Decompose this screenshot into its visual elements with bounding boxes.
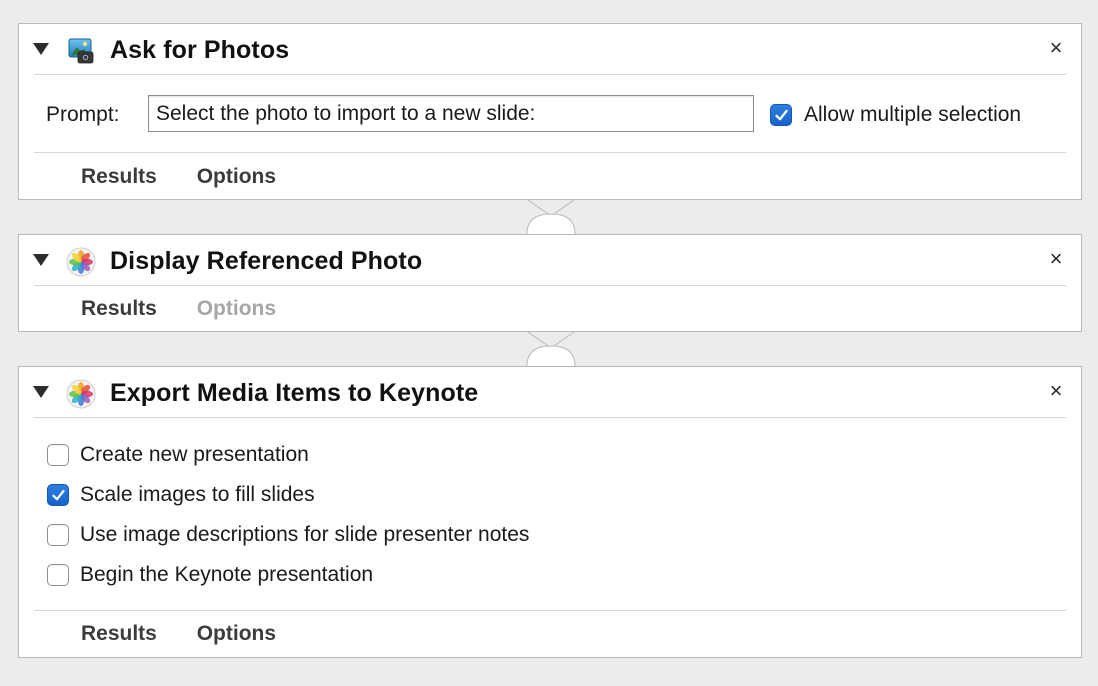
close-icon[interactable]: × xyxy=(1045,248,1067,270)
action-footer-tabs: Results Options xyxy=(81,297,310,321)
results-tab[interactable]: Results xyxy=(81,297,157,321)
create-new-presentation-checkbox[interactable] xyxy=(47,444,69,466)
disclosure-triangle-icon[interactable] xyxy=(33,43,49,55)
scale-images-label: Scale images to fill slides xyxy=(80,483,315,506)
results-tab[interactable]: Results xyxy=(81,622,157,646)
action-header: Display Referenced Photo × xyxy=(19,235,1081,285)
disclosure-triangle-icon[interactable] xyxy=(33,254,49,266)
use-image-descriptions-checkbox[interactable] xyxy=(47,524,69,546)
action-title: Display Referenced Photo xyxy=(110,247,423,275)
allow-multiple-checkbox[interactable] xyxy=(770,104,792,126)
workflow-canvas: Ask for Photos × Prompt: Allow multiple … xyxy=(0,0,1098,686)
divider xyxy=(34,610,1066,611)
prompt-input[interactable] xyxy=(148,95,754,132)
photos-icon xyxy=(66,379,96,409)
checkmark-icon xyxy=(775,109,788,121)
close-icon[interactable]: × xyxy=(1045,380,1067,402)
action-export-media-items-to-keynote[interactable]: Export Media Items to Keynote × Create n… xyxy=(18,366,1082,658)
action-footer-tabs: Results Options xyxy=(81,165,310,189)
divider xyxy=(34,74,1066,75)
options-tab: Options xyxy=(196,297,277,320)
begin-presentation-label: Begin the Keynote presentation xyxy=(80,563,374,586)
action-title: Ask for Photos xyxy=(110,36,290,64)
use-image-descriptions-label: Use image descriptions for slide present… xyxy=(80,523,530,546)
scale-images-checkbox[interactable] xyxy=(47,484,69,506)
connector-icon xyxy=(524,331,578,370)
action-header: Export Media Items to Keynote × xyxy=(19,367,1081,417)
action-footer-tabs: Results Options xyxy=(81,622,310,646)
close-icon[interactable]: × xyxy=(1045,37,1067,59)
begin-presentation-checkbox[interactable] xyxy=(47,564,69,586)
action-header: Ask for Photos × xyxy=(19,24,1081,74)
iphoto-icon xyxy=(66,36,96,66)
options-tab[interactable]: Options xyxy=(197,622,276,646)
divider xyxy=(34,285,1066,286)
disclosure-triangle-icon[interactable] xyxy=(33,386,49,398)
photos-icon xyxy=(66,247,96,277)
prompt-label: Prompt: xyxy=(46,103,120,126)
action-ask-for-photos[interactable]: Ask for Photos × Prompt: Allow multiple … xyxy=(18,23,1082,200)
action-display-referenced-photo[interactable]: Display Referenced Photo × Results Optio… xyxy=(18,234,1082,332)
results-tab[interactable]: Results xyxy=(81,165,157,189)
divider xyxy=(34,152,1066,153)
allow-multiple-label: Allow multiple selection xyxy=(804,103,1022,126)
options-tab[interactable]: Options xyxy=(197,165,276,189)
connector-icon xyxy=(524,199,578,238)
divider xyxy=(34,417,1066,418)
checkmark-icon xyxy=(52,489,65,501)
create-new-presentation-label: Create new presentation xyxy=(80,443,309,466)
action-title: Export Media Items to Keynote xyxy=(110,379,479,407)
